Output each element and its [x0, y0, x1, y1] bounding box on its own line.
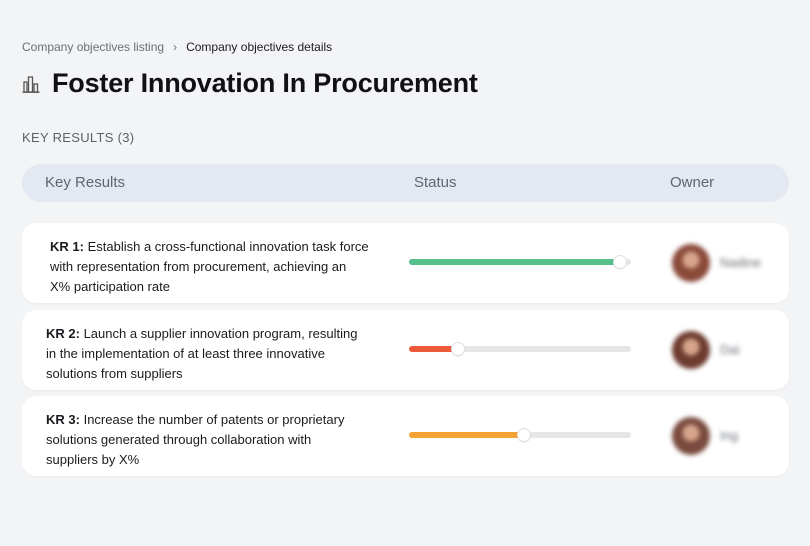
progress-bar[interactable] — [409, 429, 631, 441]
key-result-text: Increase the number of patents or propri… — [46, 412, 345, 467]
breadcrumb-current: Company objectives details — [186, 40, 333, 54]
progress-handle[interactable] — [452, 343, 464, 355]
key-result-id: KR 1: — [50, 239, 84, 254]
key-result-text: Launch a supplier innovation program, re… — [46, 326, 358, 381]
progress-fill — [409, 259, 620, 265]
key-result-row-2[interactable]: KR 2: Launch a supplier innovation progr… — [22, 310, 789, 390]
owner-name: Ing — [720, 428, 739, 443]
progress-bar[interactable] — [409, 256, 631, 268]
title-row: Foster Innovation In Procurement — [22, 68, 478, 99]
column-header-owner: Owner — [670, 174, 715, 191]
breadcrumb-link-listing[interactable]: Company objectives listing — [22, 40, 164, 54]
avatar — [672, 417, 710, 455]
progress-fill — [409, 432, 524, 438]
owner-name: Dai — [720, 342, 740, 357]
key-result-description: KR 3: Increase the number of patents or … — [46, 410, 366, 470]
key-result-row-1[interactable]: KR 1: Establish a cross-functional innov… — [22, 223, 789, 303]
key-result-id: KR 2: — [46, 326, 80, 341]
key-results-count-label: KEY RESULTS (3) — [22, 130, 135, 145]
column-header-key-results: Key Results — [45, 174, 126, 191]
page: Company objectives listing › Company obj… — [0, 0, 810, 546]
key-result-description: KR 2: Launch a supplier innovation progr… — [46, 324, 366, 384]
progress-handle[interactable] — [518, 429, 530, 441]
owner-name: Nadine — [720, 255, 762, 270]
avatar — [672, 331, 710, 369]
progress-bar[interactable] — [409, 343, 631, 355]
key-result-description: KR 1: Establish a cross-functional innov… — [50, 237, 370, 297]
avatar — [672, 244, 710, 282]
table-header: Key Results Status Owner — [22, 164, 789, 202]
progress-handle[interactable] — [614, 256, 626, 268]
progress-fill — [409, 346, 458, 352]
column-header-status: Status — [414, 174, 457, 191]
key-result-text: Establish a cross-functional innovation … — [50, 239, 369, 294]
key-result-id: KR 3: — [46, 412, 80, 427]
breadcrumb: Company objectives listing › Company obj… — [22, 40, 332, 54]
breadcrumb-separator-icon: › — [173, 40, 178, 54]
page-title: Foster Innovation In Procurement — [52, 68, 478, 98]
key-result-row-3[interactable]: KR 3: Increase the number of patents or … — [22, 396, 789, 476]
building-icon — [22, 75, 40, 93]
